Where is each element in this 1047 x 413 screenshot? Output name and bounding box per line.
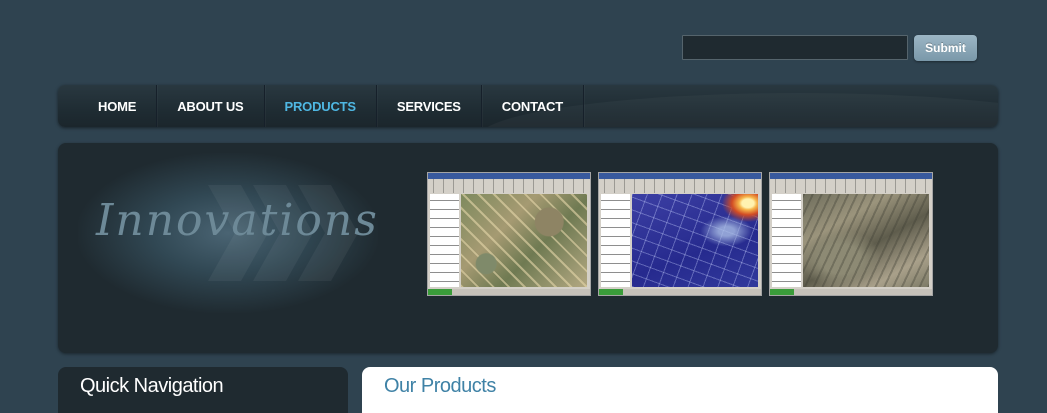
quick-navigation-panel: Quick Navigation [58,367,348,413]
main-navigation: HOME ABOUT US PRODUCTS SERVICES CONTACT [58,85,998,127]
nav-list: HOME ABOUT US PRODUCTS SERVICES CONTACT [78,85,584,127]
search-input[interactable] [682,35,908,60]
plume-map-icon [632,194,758,287]
layer-list [430,194,459,287]
nav-item-home[interactable]: HOME [78,85,158,127]
window-toolbar [599,179,761,193]
product-screenshot-2[interactable] [598,172,762,296]
our-products-title: Our Products [384,375,496,397]
nav-item-contact[interactable]: CONTACT [482,85,584,127]
window-statusbar [428,289,590,295]
nav-item-about-us[interactable]: ABOUT US [157,85,265,127]
terrain-map-icon [803,194,929,287]
window-statusbar [599,289,761,295]
quick-navigation-title: Quick Navigation [80,375,224,397]
nav-item-products[interactable]: PRODUCTS [265,85,377,127]
window-toolbar [770,179,932,193]
window-toolbar [428,179,590,193]
nav-item-services[interactable]: SERVICES [377,85,482,127]
layer-list [601,194,630,287]
hero-title: Innovations [96,195,379,246]
product-screenshot-1[interactable] [427,172,591,296]
our-products-panel: Our Products [362,367,998,413]
window-statusbar [770,289,932,295]
aerial-map-icon [461,194,587,287]
hero-banner: Innovations [58,143,998,353]
product-screenshot-3[interactable] [769,172,933,296]
page: Submit HOME ABOUT US PRODUCTS SERVICES C… [0,0,1047,413]
layer-list [772,194,801,287]
submit-button[interactable]: Submit [914,35,977,61]
